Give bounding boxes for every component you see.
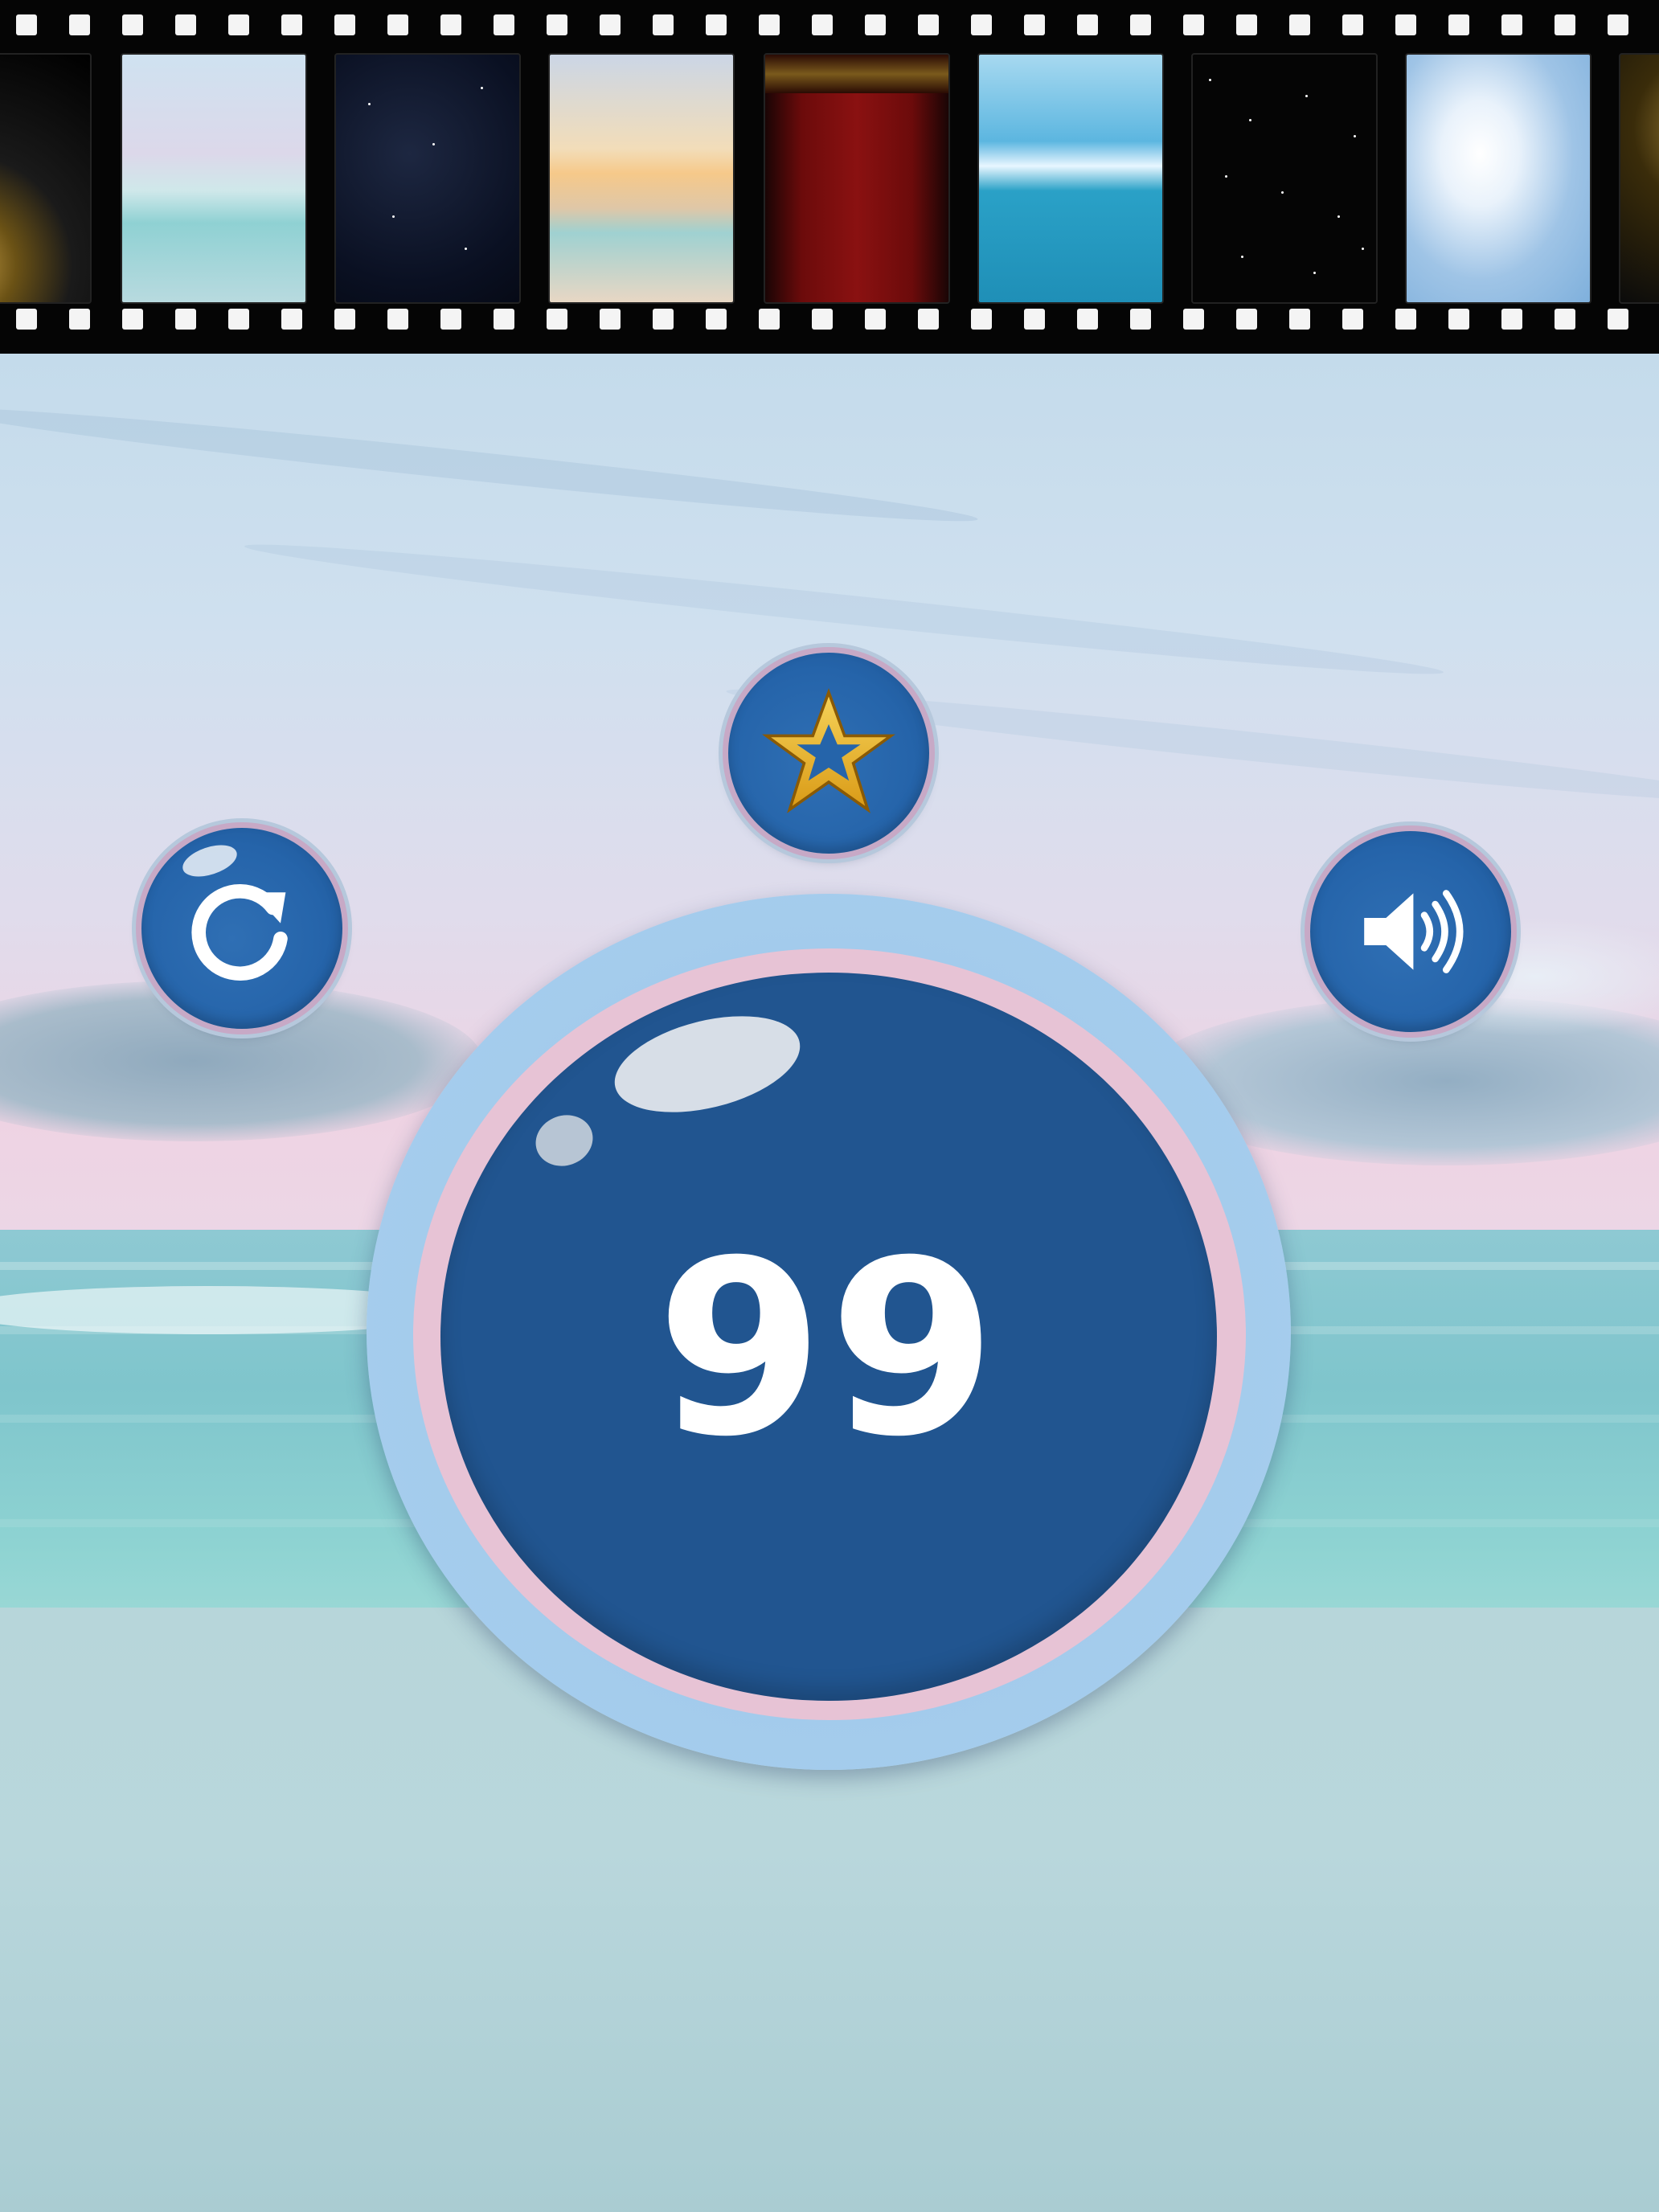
star-icon [762, 688, 895, 813]
theme-thumbnail-gold-frame[interactable] [0, 53, 92, 304]
sound-button[interactable] [1310, 831, 1511, 1032]
sprocket-holes-bottom [0, 309, 1659, 341]
theme-thumbnail-red-curtain[interactable] [764, 53, 950, 304]
theme-thumbnail-starfield[interactable] [1191, 53, 1378, 304]
speaker-icon [1364, 890, 1464, 973]
theme-thumbnail-pastel-beach[interactable] [121, 53, 307, 304]
theme-thumbnail-night-sky[interactable] [334, 53, 521, 304]
theme-thumbnail-gold-frame-2[interactable] [1619, 53, 1659, 304]
reset-button[interactable] [141, 828, 342, 1029]
counter-value: 99 [656, 1208, 1002, 1489]
theme-thumbnail-ocean-sun[interactable] [977, 53, 1164, 304]
theme-filmstrip[interactable] [0, 0, 1659, 354]
sprocket-holes-top [0, 14, 1659, 47]
counter-button[interactable]: 99 [440, 973, 1217, 1701]
favorite-button[interactable] [728, 653, 929, 854]
theme-thumbnail-clouds[interactable] [1405, 53, 1591, 304]
gloss-highlight-small [528, 1107, 600, 1174]
refresh-icon [191, 884, 288, 981]
theme-thumbnail-sunset-beach[interactable] [548, 53, 735, 304]
